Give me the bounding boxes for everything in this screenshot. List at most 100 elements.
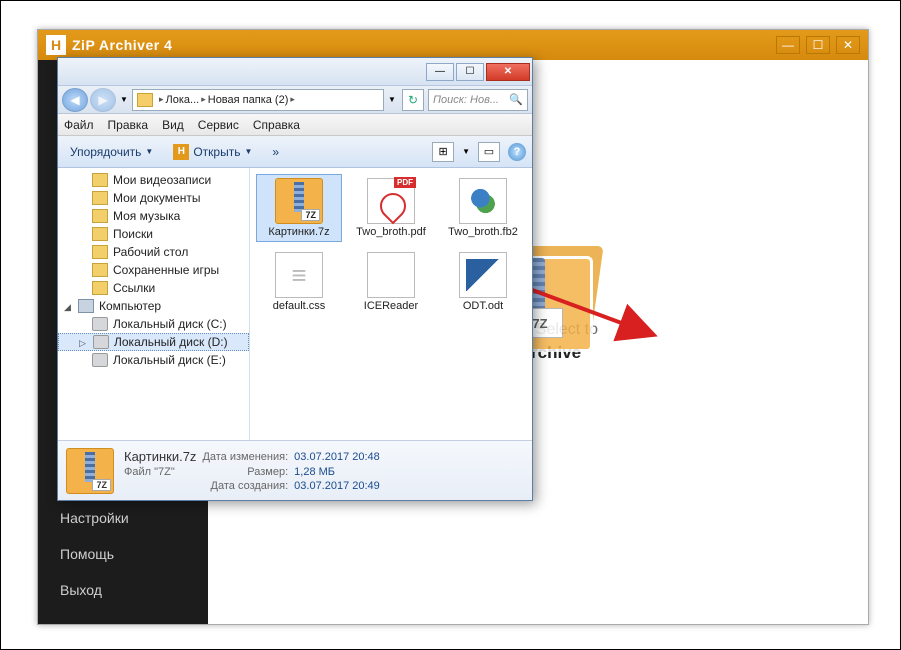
toolbar-overflow[interactable]: » — [266, 143, 285, 161]
tree-item[interactable]: ▷ Локальный диск (D:) — [58, 333, 249, 351]
folder-icon — [92, 191, 108, 205]
refresh-button[interactable]: ↻ — [402, 89, 424, 111]
tree-item-label: Сохраненные игры — [113, 263, 219, 277]
zip-logo-icon: H — [46, 35, 66, 55]
zip-close-button[interactable]: ✕ — [836, 36, 860, 54]
details-filetype: Файл "7Z" — [124, 466, 196, 478]
folder-icon — [92, 263, 108, 277]
sidebar-exit[interactable]: Выход — [38, 572, 208, 608]
details-pane: Картинки.7z Дата изменения: 03.07.2017 2… — [58, 440, 532, 500]
breadcrumb-seg-0[interactable]: Лока... — [166, 94, 200, 106]
menu-edit[interactable]: Правка — [108, 118, 149, 132]
folder-icon — [92, 245, 108, 259]
details-filename: Картинки.7z — [124, 449, 196, 464]
nav-history-dropdown[interactable]: ▼ — [118, 88, 130, 112]
menu-view[interactable]: Вид — [162, 118, 184, 132]
sidebar-settings[interactable]: Настройки — [38, 500, 208, 536]
details-mod-value: 03.07.2017 20:48 — [294, 451, 380, 463]
file-label: Two_broth.pdf — [356, 226, 426, 238]
explorer-titlebar[interactable]: — ☐ ✕ — [58, 58, 532, 86]
explorer-window: — ☐ ✕ ◀ ▶ ▼ ▸ Лока... ▸ Новая папка (2) … — [57, 57, 533, 501]
tree-item[interactable]: Мои видеозаписи — [58, 171, 249, 189]
file-label: default.css — [273, 300, 326, 312]
tree-item[interactable]: ◢ Компьютер — [58, 297, 249, 315]
nav-back-button[interactable]: ◀ — [62, 88, 88, 112]
zip-title: ZiP Archiver 4 — [72, 37, 172, 53]
file-item[interactable]: ICEReader — [348, 248, 434, 316]
folder-icon — [92, 227, 108, 241]
menu-help[interactable]: Справка — [253, 118, 300, 132]
tree-item-label: Ссылки — [113, 281, 155, 295]
details-size-value: 1,28 МБ — [294, 466, 380, 478]
generic-icon — [367, 252, 415, 298]
tree-item-label: Локальный диск (E:) — [113, 353, 226, 367]
folder-icon — [92, 281, 108, 295]
view-mode-button[interactable]: ⊞ — [432, 142, 454, 162]
file-label: Two_broth.fb2 — [448, 226, 518, 238]
tree-item[interactable]: Сохраненные игры — [58, 261, 249, 279]
drive-icon — [92, 353, 108, 367]
sidebar-help[interactable]: Помощь — [38, 536, 208, 572]
file-pane[interactable]: Картинки.7z Two_broth.pdf Two_broth.fb2def… — [250, 168, 532, 440]
tree-item-label: Рабочий стол — [113, 245, 188, 259]
zip-titlebar: H ZiP Archiver 4 — ☐ ✕ — [38, 30, 868, 60]
preview-pane-button[interactable]: ▭ — [478, 142, 500, 162]
open-button[interactable]: H Открыть ▼ — [167, 142, 258, 162]
drive-icon — [93, 335, 109, 349]
zip-maximize-button[interactable]: ☐ — [806, 36, 830, 54]
explorer-maximize-button[interactable]: ☐ — [456, 63, 484, 81]
tree-item[interactable]: Ссылки — [58, 279, 249, 297]
tree-item-label: Локальный диск (C:) — [113, 317, 227, 331]
explorer-toolbar: Упорядочить ▼ H Открыть ▼ » ⊞ ▼ ▭ ? — [58, 136, 532, 168]
explorer-minimize-button[interactable]: — — [426, 63, 454, 81]
folder-icon — [92, 209, 108, 223]
tree-item[interactable]: Поиски — [58, 225, 249, 243]
details-mod-label: Дата изменения: — [202, 451, 288, 463]
zip-minimize-button[interactable]: — — [776, 36, 800, 54]
tree-item[interactable]: Локальный диск (C:) — [58, 315, 249, 333]
tree-item[interactable]: Рабочий стол — [58, 243, 249, 261]
details-created-value: 03.07.2017 20:49 — [294, 480, 380, 492]
file-item[interactable]: Two_broth.pdf — [348, 174, 434, 242]
expander-icon[interactable]: ▷ — [79, 338, 88, 347]
breadcrumb[interactable]: ▸ Лока... ▸ Новая папка (2) ▸ — [132, 89, 384, 111]
tree-item-label: Поиски — [113, 227, 153, 241]
expander-icon[interactable]: ◢ — [64, 302, 73, 311]
explorer-navbar: ◀ ▶ ▼ ▸ Лока... ▸ Новая папка (2) ▸ ▼ ↻ … — [58, 86, 532, 114]
pdf-icon — [367, 178, 415, 224]
explorer-close-button[interactable]: ✕ — [486, 63, 530, 81]
tree-item[interactable]: Мои документы — [58, 189, 249, 207]
organize-button[interactable]: Упорядочить ▼ — [64, 143, 159, 161]
tree-item-label: Компьютер — [99, 299, 161, 313]
tree-item-label: Мои документы — [113, 191, 200, 205]
file-item[interactable]: default.css — [256, 248, 342, 316]
tree-item[interactable]: Моя музыка — [58, 207, 249, 225]
css-icon — [275, 252, 323, 298]
breadcrumb-seg-1[interactable]: Новая папка (2) — [208, 94, 289, 106]
help-button[interactable]: ? — [508, 143, 526, 161]
explorer-menubar: Файл Правка Вид Сервис Справка — [58, 114, 532, 136]
details-file-icon — [66, 448, 114, 494]
hamster-icon: H — [173, 144, 189, 160]
tree-item[interactable]: Локальный диск (E:) — [58, 351, 249, 369]
tree-item-label: Локальный диск (D:) — [114, 335, 228, 349]
folder-tree[interactable]: Мои видеозаписи Мои документы Моя музыка По… — [58, 168, 250, 440]
menu-tools[interactable]: Сервис — [198, 118, 239, 132]
chevron-down-icon[interactable]: ▼ — [462, 147, 470, 156]
odt-icon — [459, 252, 507, 298]
search-input[interactable]: Поиск: Нов... 🔍 — [428, 89, 528, 111]
tree-item-label: Мои видеозаписи — [113, 173, 211, 187]
search-placeholder: Поиск: Нов... — [433, 94, 499, 106]
drive-icon — [92, 317, 108, 331]
file-label: ICEReader — [364, 300, 418, 312]
menu-file[interactable]: Файл — [64, 118, 94, 132]
search-icon: 🔍 — [509, 93, 523, 106]
chevron-right-icon: ▸ — [290, 94, 295, 105]
file-item[interactable]: Two_broth.fb2 — [440, 174, 526, 242]
file-label: Картинки.7z — [268, 226, 329, 238]
file-item[interactable]: ODT.odt — [440, 248, 526, 316]
nav-forward-button[interactable]: ▶ — [90, 88, 116, 112]
open-label: Открыть — [193, 145, 240, 159]
breadcrumb-dropdown[interactable]: ▼ — [386, 88, 398, 112]
file-item[interactable]: Картинки.7z — [256, 174, 342, 242]
